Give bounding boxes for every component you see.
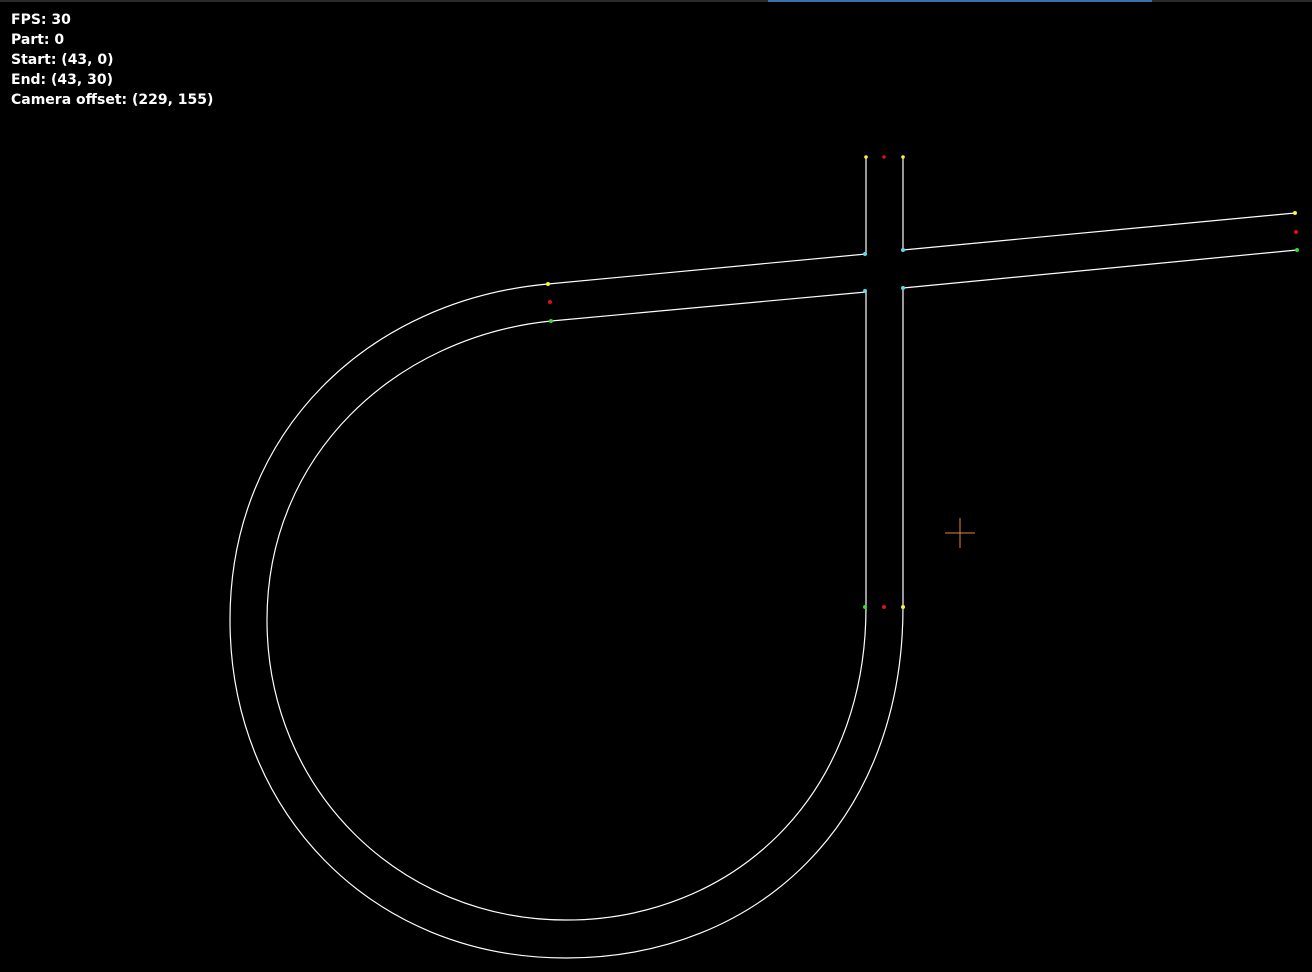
- junction-marker: [863, 289, 867, 293]
- marker-green: [863, 605, 867, 609]
- marker-yellow: [864, 155, 868, 159]
- marker-red: [882, 155, 886, 159]
- loop-outer-edge: [229, 283, 904, 959]
- marker-yellow: [901, 605, 905, 609]
- marker-yellow: [1293, 211, 1297, 215]
- track-canvas[interactable]: [0, 0, 1312, 972]
- diagonal-road-lower-left: [550, 291, 867, 322]
- junction-marker: [901, 286, 905, 290]
- marker-red: [882, 605, 886, 609]
- diagonal-road-upper-left: [547, 253, 867, 285]
- marker-yellow: [901, 155, 905, 159]
- marker-yellow: [546, 282, 550, 286]
- marker-red: [1294, 230, 1298, 234]
- marker-green: [549, 319, 553, 323]
- track-segments: [229, 156, 1298, 959]
- diagonal-road-lower-right: [902, 249, 1298, 289]
- junction-marker: [863, 252, 867, 256]
- marker-red: [548, 300, 552, 304]
- crosshair-cursor: [945, 518, 975, 548]
- junction-marker: [901, 248, 905, 252]
- loop-inner-edge: [266, 320, 867, 921]
- marker-green: [1295, 248, 1299, 252]
- diagonal-road-upper-right: [902, 212, 1296, 251]
